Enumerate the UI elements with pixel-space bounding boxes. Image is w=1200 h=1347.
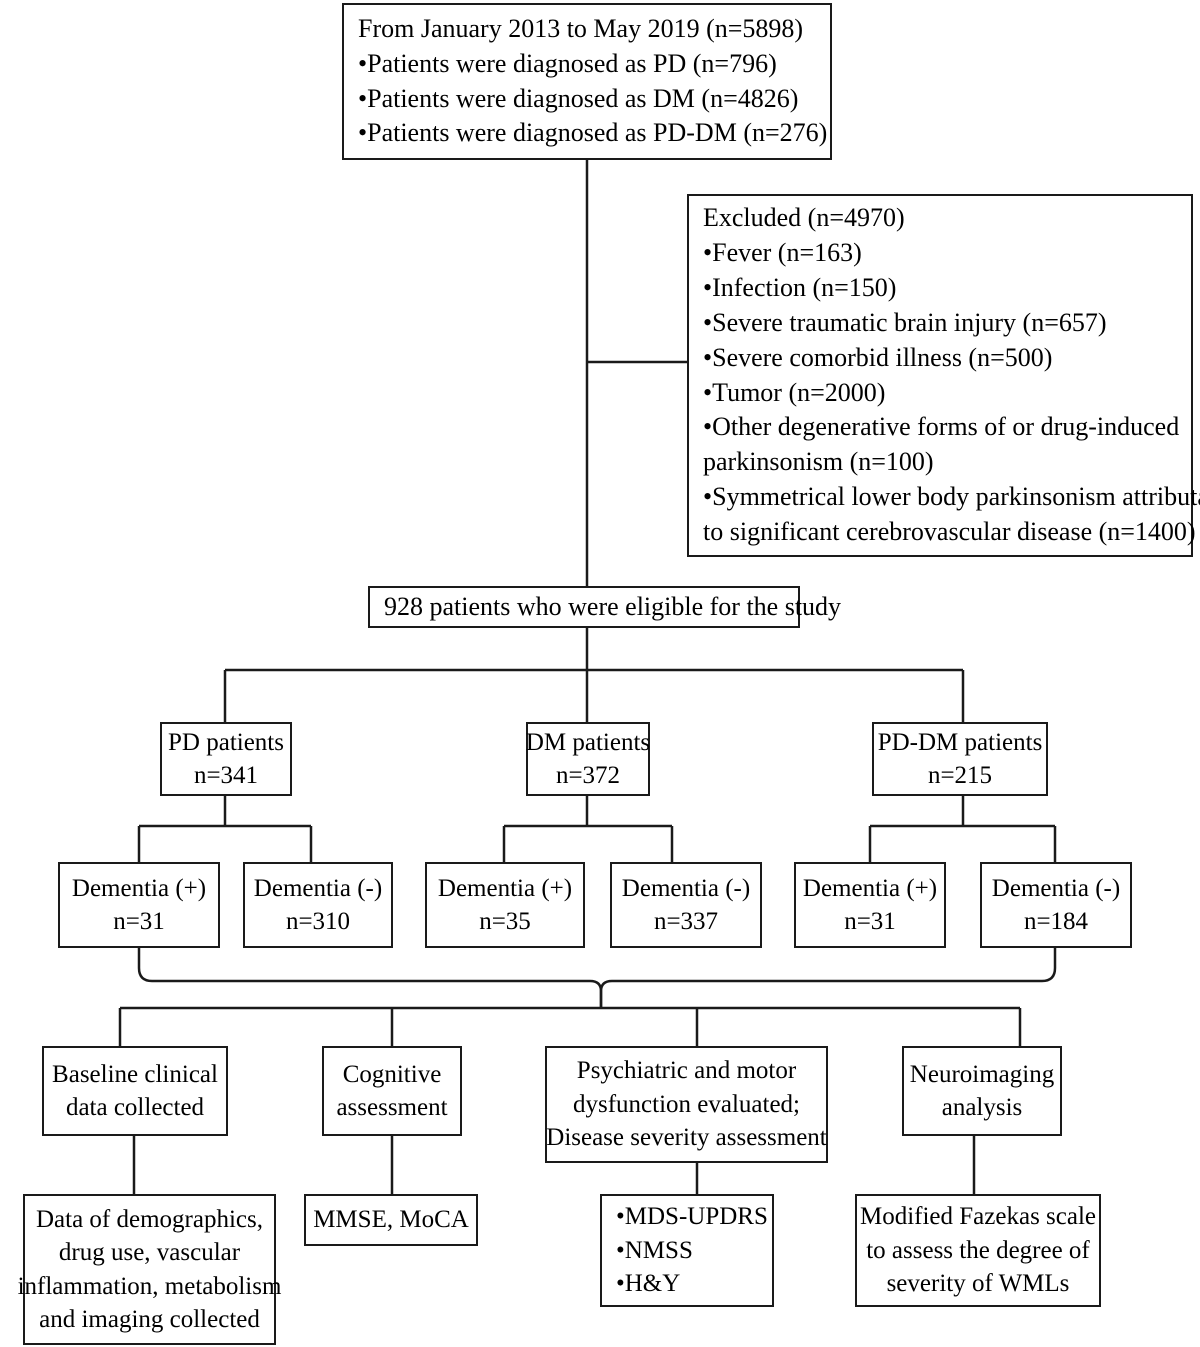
dementia-label: Dementia (+) <box>71 874 207 902</box>
enrollment-line: From January 2013 to May 2019 (n=5898) <box>358 13 804 43</box>
group-count: n=372 <box>555 762 621 789</box>
excluded-line: parkinsonism (n=100) <box>703 447 934 477</box>
dementia-count: n=31 <box>844 908 896 935</box>
output-box-demographics: Data of demographics, drug use, vascular… <box>18 1194 281 1345</box>
enrollment-line: •Patients were diagnosed as PD-DM (n=276… <box>358 118 828 148</box>
output-line: •NMSS <box>616 1236 693 1264</box>
dementia-box: Dementia (+) n=31 <box>58 862 220 948</box>
assessment-line: dysfunction evaluated; <box>572 1090 800 1118</box>
output-box-cognitive-tests: MMSE, MoCA <box>304 1194 478 1246</box>
excluded-line: •Severe traumatic brain injury (n=657) <box>703 307 1107 337</box>
eligible-box: 928 patients who were eligible for the s… <box>368 586 841 628</box>
group-label: PD patients <box>168 728 284 756</box>
output-box-fazekas: Modified Fazekas scale to assess the deg… <box>855 1194 1101 1307</box>
excluded-line: Excluded (n=4970) <box>703 203 905 233</box>
assessment-line: Psychiatric and motor <box>576 1057 797 1085</box>
dementia-count: n=310 <box>285 908 351 935</box>
assessment-box-neuroimaging: Neuroimaging analysis <box>902 1046 1062 1136</box>
assessment-box-psychiatric: Psychiatric and motor dysfunction evalua… <box>545 1046 828 1163</box>
output-line: severity of WMLs <box>886 1270 1070 1298</box>
dementia-label: Dementia (-) <box>991 874 1121 902</box>
excluded-box: Excluded (n=4970) •Fever (n=163) •Infect… <box>687 194 1200 557</box>
group-label: DM patients <box>525 728 651 756</box>
output-line: and imaging collected <box>39 1306 260 1333</box>
assessment-box-cognitive: Cognitive assessment <box>322 1046 462 1136</box>
dementia-count: n=35 <box>479 908 531 935</box>
excluded-line: •Other degenerative forms of or drug-ind… <box>703 412 1180 442</box>
enrollment-line: •Patients were diagnosed as DM (n=4826) <box>358 83 799 113</box>
group-box-pd: PD patients n=341 <box>160 722 292 796</box>
group-box-dm: DM patients n=372 <box>526 722 650 796</box>
excluded-line: •Severe comorbid illness (n=500) <box>703 342 1053 372</box>
assessment-line: Disease severity assessment <box>546 1124 827 1152</box>
output-line: Modified Fazekas scale <box>859 1203 1097 1231</box>
dementia-label: Dementia (-) <box>253 874 383 902</box>
dementia-count: n=337 <box>653 908 719 935</box>
output-line: •H&Y <box>616 1270 681 1298</box>
dementia-box: Dementia (+) n=35 <box>425 862 585 948</box>
output-line: MMSE, MoCA <box>313 1206 469 1234</box>
output-line: to assess the degree of <box>866 1236 1090 1264</box>
output-line: •MDS-UPDRS <box>616 1203 768 1231</box>
group-count: n=341 <box>193 762 259 789</box>
dementia-box: Dementia (-) n=310 <box>243 862 393 948</box>
excluded-line: •Symmetrical lower body parkinsonism att… <box>703 481 1200 511</box>
dementia-box: Dementia (-) n=184 <box>980 862 1132 948</box>
assessment-line: assessment <box>336 1094 448 1121</box>
eligible-text: 928 patients who were eligible for the s… <box>384 591 842 621</box>
dementia-box: Dementia (+) n=31 <box>794 862 946 948</box>
output-line: inflammation, metabolism <box>17 1272 282 1300</box>
output-line: drug use, vascular <box>58 1239 241 1266</box>
excluded-line: to significant cerebrovascular disease (… <box>703 516 1196 546</box>
assessment-line: data collected <box>65 1094 205 1121</box>
excluded-line: •Infection (n=150) <box>703 273 897 303</box>
assessment-line: Neuroimaging <box>909 1060 1055 1088</box>
group-box-pd-dm: PD-DM patients n=215 <box>872 722 1048 796</box>
group-label: PD-DM patients <box>877 728 1043 756</box>
enrollment-box: From January 2013 to May 2019 (n=5898) •… <box>342 3 832 160</box>
assessment-line: Cognitive <box>342 1060 442 1088</box>
output-box-motor-scales: •MDS-UPDRS •NMSS •H&Y <box>600 1194 774 1307</box>
flowchart-canvas: From January 2013 to May 2019 (n=5898) •… <box>0 0 1200 1347</box>
group-count: n=215 <box>927 762 993 789</box>
excluded-line: •Tumor (n=2000) <box>703 377 886 407</box>
dementia-count: n=184 <box>1023 908 1089 935</box>
dementia-box: Dementia (-) n=337 <box>610 862 762 948</box>
dementia-label: Dementia (-) <box>621 874 751 902</box>
output-line: Data of demographics, <box>35 1205 263 1233</box>
assessment-line: Baseline clinical <box>52 1060 218 1088</box>
assessment-line: analysis <box>941 1094 1023 1121</box>
dementia-label: Dementia (+) <box>802 874 938 902</box>
assessment-box-baseline: Baseline clinical data collected <box>42 1046 228 1136</box>
excluded-line: •Fever (n=163) <box>703 238 862 268</box>
enrollment-line: •Patients were diagnosed as PD (n=796) <box>358 48 777 78</box>
dementia-count: n=31 <box>113 908 165 935</box>
dementia-label: Dementia (+) <box>437 874 573 902</box>
